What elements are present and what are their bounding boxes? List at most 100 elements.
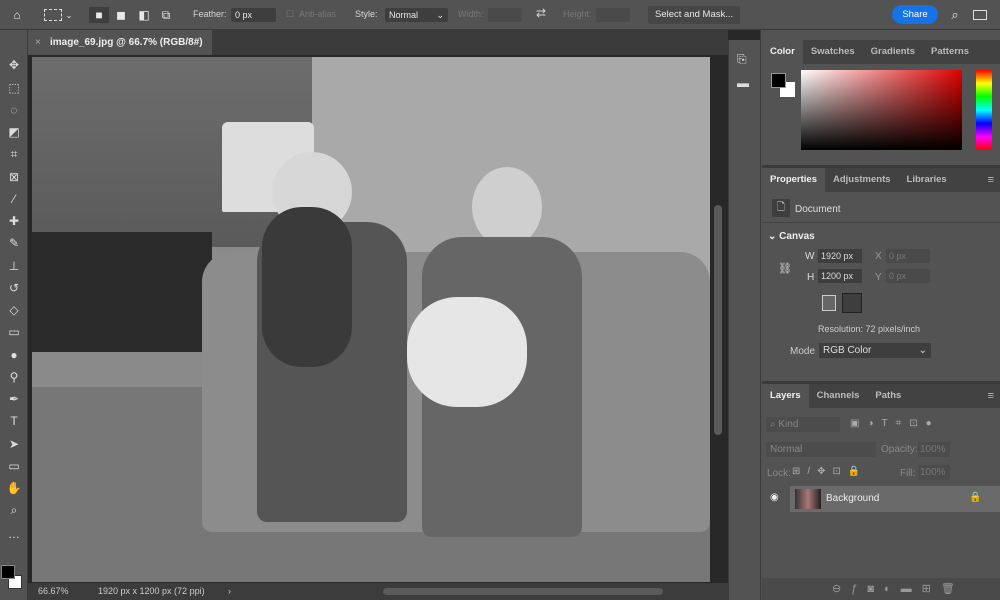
blend-mode-select[interactable]: Normal [766,442,876,457]
status-bar: 66.67% 1920 px x 1200 px (72 ppi) › [28,583,728,600]
panel-menu-icon[interactable]: ≡ [988,174,994,186]
tab-layers[interactable]: Layers [762,384,809,408]
layer-filter-icons[interactable]: ▣◑T⌗⊡● [850,418,940,429]
more-tools-icon[interactable]: … [4,525,24,543]
link-icon[interactable]: ⛓ [778,262,792,275]
tab-color[interactable]: Color [762,40,803,64]
layer-filter-select[interactable]: ⌕ Kind [766,417,840,432]
zoom-tool-icon[interactable]: ⌕ [4,501,24,519]
new-selection-icon[interactable]: ■ [89,7,109,23]
visibility-eye-icon[interactable]: ◉ [770,492,779,503]
search-icon[interactable]: ⌕ [947,7,963,23]
gradient-tool-icon[interactable]: ▭ [4,323,24,341]
anti-alias-checkbox[interactable]: ☐ [286,9,294,20]
feather-input[interactable]: 0 px [231,8,276,22]
lock-icons[interactable]: ⊞/✥⊡🔒 [792,466,867,477]
comments-panel-icon[interactable]: ▬ [737,76,749,90]
history-panel-icon[interactable]: ⎘ [737,52,747,67]
fg-color-chip[interactable] [771,73,786,88]
w-label: W [805,251,814,262]
tab-paths[interactable]: Paths [867,384,909,408]
tab-adjustments[interactable]: Adjustments [825,168,899,192]
width-input[interactable] [488,8,522,22]
subtract-selection-icon[interactable]: ◧ [136,7,152,23]
baby-girl [407,297,527,407]
brush-tool-icon[interactable]: ✎ [4,234,24,252]
healing-tool-icon[interactable]: ✚ [4,212,24,230]
crop-tool-icon[interactable]: ⌗ [4,145,24,163]
eraser-tool-icon[interactable]: ◇ [4,301,24,319]
hue-slider[interactable] [976,70,992,150]
y-label: Y [875,272,882,283]
y-field[interactable]: 0 px [886,269,930,283]
tab-channels[interactable]: Channels [809,384,868,408]
add-selection-icon[interactable]: ◼ [113,7,129,23]
layer-action-icons[interactable]: ⊖ƒ◙◐▬⊞🗑 [832,582,965,595]
lasso-tool-icon[interactable]: ◌ [4,101,24,119]
swap-icon[interactable]: ⇄ [536,6,546,20]
document-icon: 🗋 [772,199,790,217]
blur-tool-icon[interactable]: ● [4,346,24,364]
hand-tool-icon[interactable]: ✋ [4,479,24,497]
move-tool-icon[interactable]: ✥ [4,56,24,74]
height-field[interactable]: 1200 px [818,269,862,283]
opacity-label: Opacity: [881,444,918,455]
document-tab[interactable]: × image_69.jpg @ 66.7% (RGB/8#) [28,30,212,55]
kind-label: Kind [778,419,798,430]
document-canvas-photo[interactable] [32,57,710,582]
options-bar: ⌂ ⌄ ■ ◼ ◧ ⧉ Feather: 0 px ☐ Anti-alias S… [0,0,1000,30]
chevron-down-icon[interactable]: ⌄ [64,7,74,23]
layer-row[interactable]: ◉ Background 🔒 [762,486,1000,512]
layer-name[interactable]: Background [826,493,879,504]
mode-select[interactable]: RGB Color⌄ [819,343,931,358]
workspace-icon[interactable] [973,10,987,20]
pen-tool-icon[interactable]: ✒ [4,390,24,408]
intersect-selection-icon[interactable]: ⧉ [158,7,174,23]
shape-tool-icon[interactable]: ▭ [4,457,24,475]
chevron-down-icon: ⌄ [436,8,444,22]
path-select-tool-icon[interactable]: ➤ [4,435,24,453]
frame-tool-icon[interactable]: ⊠ [4,168,24,186]
chevron-right-icon[interactable]: › [228,583,231,600]
landscape-orientation-icon[interactable] [842,293,862,313]
chevron-down-icon: ⌄ [919,343,927,358]
tab-libraries[interactable]: Libraries [899,168,955,192]
document-tab-title: image_69.jpg @ 66.7% (RGB/8#) [50,37,203,48]
select-and-mask-button[interactable]: Select and Mask... [648,6,740,24]
history-brush-icon[interactable]: ↺ [4,279,24,297]
fireplace-opening [32,232,212,352]
tab-gradients[interactable]: Gradients [863,40,923,64]
horizontal-scrollbar[interactable] [383,588,663,595]
canvas-section-header[interactable]: ⌄ Canvas [768,231,815,242]
panel-menu-icon[interactable]: ≡ [988,390,994,402]
vertical-scrollbar[interactable] [714,205,722,435]
opacity-field[interactable]: 100% [918,442,950,457]
x-field[interactable]: 0 px [886,249,930,263]
type-tool-icon[interactable]: T [4,412,24,430]
layers-footer: ⊖ƒ◙◐▬⊞🗑 [762,578,1000,600]
eyedropper-tool-icon[interactable]: ⁄ [4,190,24,208]
marquee-tool-icon[interactable] [44,9,62,21]
zoom-level[interactable]: 66.67% [38,583,69,600]
quick-select-tool-icon[interactable]: ◩ [4,123,24,141]
dodge-tool-icon[interactable]: ⚲ [4,368,24,386]
share-button[interactable]: Share [892,5,938,24]
feather-label: Feather: [193,9,227,19]
tab-properties[interactable]: Properties [762,168,825,192]
home-icon[interactable]: ⌂ [8,7,26,23]
foreground-color-swatch[interactable] [1,565,15,579]
width-field[interactable]: 1920 px [818,249,862,263]
fill-field[interactable]: 100% [918,465,950,480]
portrait-orientation-icon[interactable] [822,295,836,311]
stamp-tool-icon[interactable]: ⊥ [4,257,24,275]
tab-patterns[interactable]: Patterns [923,40,977,64]
toolbar: ✥ ⬚ ◌ ◩ ⌗ ⊠ ⁄ ✚ ✎ ⊥ ↺ ◇ ▭ ● ⚲ ✒ T ➤ ▭ ✋ … [0,30,28,600]
close-icon[interactable]: × [35,30,41,55]
height-input[interactable] [596,8,630,22]
marquee-tool-icon[interactable]: ⬚ [4,79,24,97]
tab-swatches[interactable]: Swatches [803,40,863,64]
style-select[interactable]: Normal ⌄ [385,8,448,22]
color-panel-tabs: Color Swatches Gradients Patterns [762,40,1000,64]
style-value: Normal [389,10,418,20]
color-field[interactable] [801,70,962,150]
